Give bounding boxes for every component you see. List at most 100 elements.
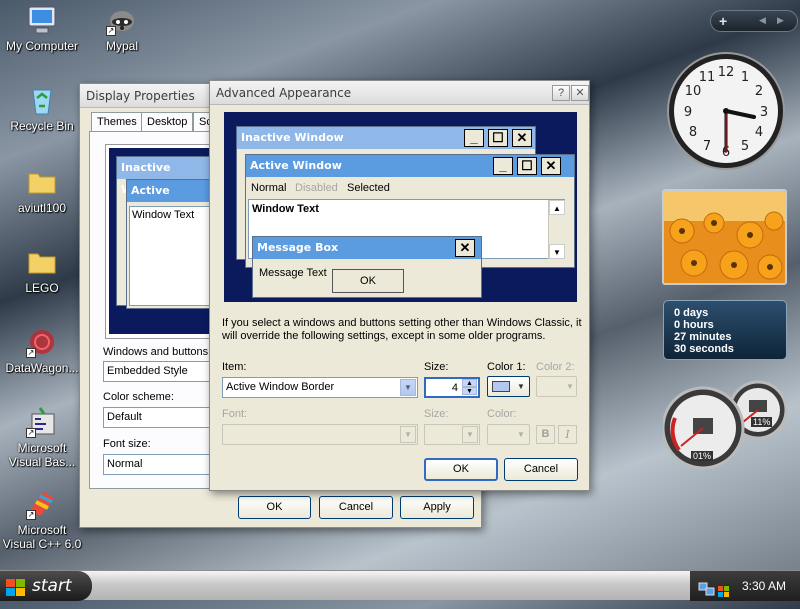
color1-label: Color 1:: [487, 361, 526, 373]
network-icon[interactable]: [698, 578, 716, 608]
preview-scrollbar: ▲ ▼: [548, 200, 565, 259]
countdown-gadget[interactable]: 0 days 0 hours 27 minutes 30 seconds: [663, 300, 787, 360]
start-button[interactable]: start: [0, 571, 92, 601]
clock-time[interactable]: 3:30 AM: [742, 571, 786, 601]
system-tray: 3:30 AM: [690, 571, 800, 601]
preview-menu-disabled: Disabled: [295, 182, 338, 194]
tab-themes[interactable]: Themes: [91, 112, 143, 132]
chevron-down-icon[interactable]: ▼: [400, 426, 416, 443]
close-icon: ✕: [455, 239, 475, 257]
font-label: Font:: [222, 408, 248, 420]
close-icon: ✕: [512, 129, 532, 147]
cpu-percent: 01%: [691, 451, 714, 461]
desktop-icon-aviutl100[interactable]: aviutl100: [0, 166, 84, 215]
chevron-down-icon: ▼: [517, 430, 525, 439]
desktop-icon-lego[interactable]: LEGO: [0, 246, 84, 295]
preview-window-text: Window Text: [252, 203, 319, 215]
raccoon-icon: ↗: [106, 4, 138, 36]
clock-gadget[interactable]: 12 1 2 345 678 9 10 11: [664, 49, 788, 173]
desktop-icon-datawagon[interactable]: ↗ DataWagon...: [0, 326, 84, 375]
ok-button[interactable]: OK: [424, 458, 498, 481]
color-swatch: [492, 381, 510, 392]
ok-button[interactable]: OK: [238, 496, 311, 519]
desktop-icon-mypal[interactable]: ↗ Mypal: [80, 4, 164, 53]
close-icon: ✕: [541, 157, 561, 175]
svg-text:2: 2: [755, 84, 763, 99]
preview-active-window: Active Window Window Text: [126, 179, 213, 309]
countdown-seconds: 30 seconds: [674, 343, 734, 355]
desktop-icon-label: Recycle Bin: [10, 119, 74, 133]
desktop-icon-visual-cpp[interactable]: ↗ Microsoft Visual C++ 6.0: [0, 488, 84, 551]
recycle-bin-icon: [26, 84, 58, 116]
chevron-down-icon: ▼: [517, 382, 525, 391]
visual-basic-icon: ↗: [26, 406, 58, 438]
preview-area[interactable]: Inactive Window _ ☐ ✕ Active Window _ ☐ …: [224, 112, 577, 302]
taskbar: start 3:30 AM: [0, 570, 800, 601]
svg-text:4: 4: [755, 125, 763, 140]
svg-text:11: 11: [699, 70, 716, 85]
previous-page-icon[interactable]: ◀: [759, 15, 766, 26]
spinner-up-icon[interactable]: ▲: [462, 379, 477, 387]
color2-label: Color 2:: [536, 361, 575, 373]
windows-flag-icon[interactable]: [718, 579, 730, 609]
svg-text:10: 10: [685, 84, 702, 99]
preview-window-text: Window Text: [129, 206, 213, 306]
svg-text:3: 3: [760, 105, 768, 120]
desktop-icon-my-computer[interactable]: My Computer: [0, 4, 84, 53]
info-text: If you select a windows and buttons sett…: [222, 317, 582, 342]
visual-cpp-icon: ↗: [26, 488, 58, 520]
add-gadget-icon[interactable]: +: [719, 13, 727, 29]
flower-photo-icon: [664, 191, 785, 283]
color-scheme-label: Color scheme:: [103, 391, 174, 403]
start-label: start: [32, 576, 72, 596]
help-button[interactable]: ?: [552, 85, 570, 101]
font-select[interactable]: ▼: [222, 424, 418, 445]
close-button[interactable]: ✕: [571, 85, 589, 101]
cpu-meter-gadget[interactable]: 11% 01%: [663, 378, 798, 473]
sidebar-toolbar: + ◀ ▶: [710, 10, 798, 32]
window-title: Advanced Appearance: [210, 81, 589, 105]
size-label: Size:: [424, 361, 449, 373]
cancel-button[interactable]: Cancel: [504, 458, 578, 481]
size-spinner[interactable]: 4 ▲ ▼: [424, 377, 480, 398]
preview-message-ok: OK: [332, 269, 404, 293]
font-size-select[interactable]: Normal: [103, 454, 213, 475]
font-color-picker[interactable]: ▼: [487, 424, 530, 445]
desktop-icon-label: My Computer: [5, 39, 79, 53]
preview-menu-selected: Selected: [347, 182, 390, 194]
preview-message-box-title: Message Box: [253, 237, 481, 259]
tab-desktop[interactable]: Desktop: [141, 112, 194, 132]
svg-text:12: 12: [718, 65, 735, 80]
memory-percent: 11%: [751, 417, 773, 427]
font-size-select[interactable]: ▼: [424, 424, 480, 445]
folder-icon: [26, 246, 58, 278]
color-scheme-select[interactable]: Default: [103, 407, 213, 428]
minimize-icon: _: [493, 157, 513, 175]
cpu-meter-icon: [663, 380, 788, 470]
bold-button[interactable]: B: [536, 425, 555, 444]
slideshow-gadget[interactable]: [662, 189, 787, 285]
cancel-button[interactable]: Cancel: [319, 496, 393, 519]
next-page-icon[interactable]: ▶: [777, 15, 784, 26]
italic-button[interactable]: I: [558, 425, 577, 444]
analog-clock-icon: 12 12 345 678 91011: [667, 52, 785, 170]
item-select[interactable]: Active Window Border ▼: [222, 377, 418, 398]
desktop-icon-label: Microsoft Visual Bas...: [8, 441, 76, 469]
preview-menu-normal: Normal: [251, 182, 287, 194]
size-spinner-value: 4: [451, 382, 458, 394]
chevron-down-icon[interactable]: ▼: [400, 379, 416, 396]
countdown-minutes: 27 minutes: [674, 331, 732, 343]
chevron-down-icon[interactable]: ▼: [462, 426, 478, 443]
apply-button[interactable]: Apply: [400, 496, 474, 519]
svg-text:9: 9: [684, 105, 692, 120]
svg-text:7: 7: [703, 139, 711, 154]
color1-picker[interactable]: ▼: [487, 376, 530, 397]
color2-picker[interactable]: ▼: [536, 376, 577, 397]
windows-and-buttons-select[interactable]: Embedded Style: [103, 361, 213, 382]
desktop-icon-visual-basic[interactable]: ↗ Microsoft Visual Bas...: [0, 406, 84, 469]
spinner-down-icon[interactable]: ▼: [462, 387, 477, 395]
minimize-icon: _: [464, 129, 484, 147]
preview-active-title: Active Window: [127, 180, 212, 219]
svg-text:1: 1: [741, 70, 749, 85]
desktop-icon-recycle-bin[interactable]: Recycle Bin: [0, 84, 84, 133]
